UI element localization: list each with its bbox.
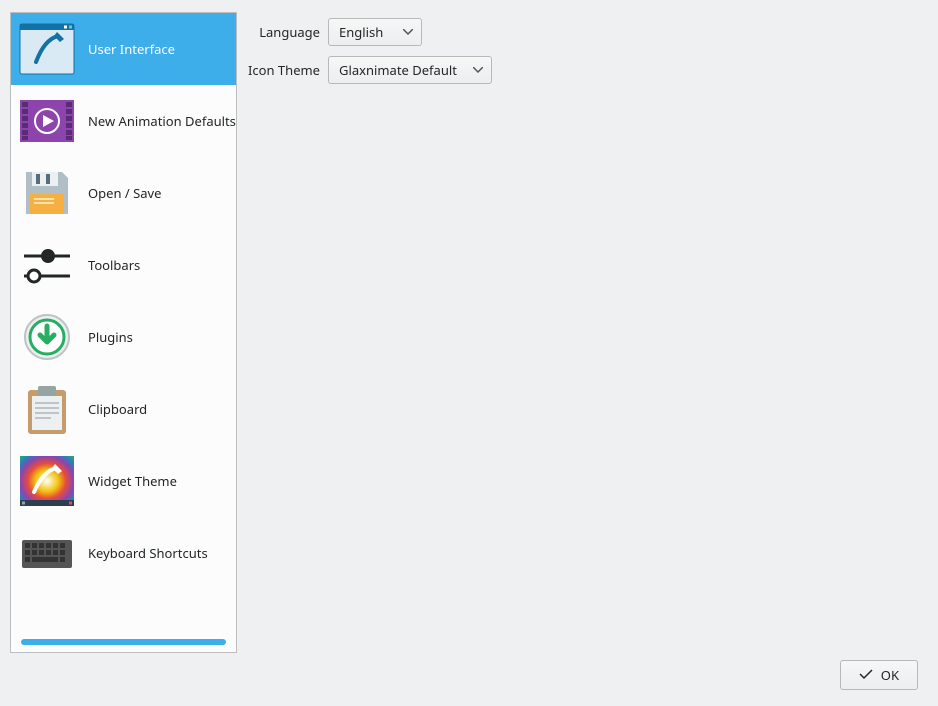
sidebar-item-user-interface[interactable]: User Interface bbox=[11, 13, 236, 85]
save-icon bbox=[16, 162, 78, 224]
settings-sidebar: User Interface New Animation Defaults bbox=[10, 12, 237, 653]
sidebar-item-label: Widget Theme bbox=[78, 472, 177, 490]
icon-theme-value: Glaxnimate Default bbox=[339, 61, 457, 79]
sidebar-item-open-save[interactable]: Open / Save bbox=[11, 157, 236, 229]
animation-icon bbox=[16, 90, 78, 152]
toolbars-icon bbox=[16, 234, 78, 296]
chevron-down-icon bbox=[403, 29, 413, 35]
clipboard-icon bbox=[16, 378, 78, 440]
sidebar-item-label: User Interface bbox=[78, 40, 175, 58]
language-select[interactable]: English bbox=[328, 18, 422, 46]
sidebar-item-new-animation-defaults[interactable]: New Animation Defaults bbox=[11, 85, 236, 157]
icon-theme-label: Icon Theme bbox=[248, 61, 328, 79]
ok-label: OK bbox=[881, 666, 899, 684]
language-row: Language English bbox=[248, 18, 928, 46]
chevron-down-icon bbox=[473, 67, 483, 73]
sidebar-items: User Interface New Animation Defaults bbox=[11, 13, 236, 636]
sidebar-item-plugins[interactable]: Plugins bbox=[11, 301, 236, 373]
plugins-icon bbox=[16, 306, 78, 368]
sidebar-item-clipboard[interactable]: Clipboard bbox=[11, 373, 236, 445]
icon-theme-select[interactable]: Glaxnimate Default bbox=[328, 56, 492, 84]
sidebar-item-toolbars[interactable]: Toolbars bbox=[11, 229, 236, 301]
language-value: English bbox=[339, 23, 383, 41]
sidebar-item-widget-theme[interactable]: Widget Theme bbox=[11, 445, 236, 517]
keyboard-icon bbox=[16, 522, 78, 584]
sidebar-item-label: New Animation Defaults bbox=[78, 112, 236, 130]
check-icon bbox=[859, 666, 873, 684]
sidebar-item-label: Keyboard Shortcuts bbox=[78, 544, 208, 562]
language-label: Language bbox=[248, 23, 328, 41]
sidebar-item-label: Plugins bbox=[78, 328, 133, 346]
settings-content: Language English Icon Theme Glaxnimate D… bbox=[248, 18, 928, 94]
scrollbar-thumb[interactable] bbox=[21, 639, 226, 645]
sidebar-item-keyboard-shortcuts[interactable]: Keyboard Shortcuts bbox=[11, 517, 236, 589]
sidebar-scrollbar[interactable] bbox=[15, 636, 232, 648]
ok-button[interactable]: OK bbox=[840, 660, 918, 690]
sidebar-item-label: Clipboard bbox=[78, 400, 147, 418]
sidebar-item-label: Open / Save bbox=[78, 184, 161, 202]
icon-theme-row: Icon Theme Glaxnimate Default bbox=[248, 56, 928, 84]
user-interface-icon bbox=[16, 18, 78, 80]
sidebar-item-label: Toolbars bbox=[78, 256, 140, 274]
widget-theme-icon bbox=[16, 450, 78, 512]
